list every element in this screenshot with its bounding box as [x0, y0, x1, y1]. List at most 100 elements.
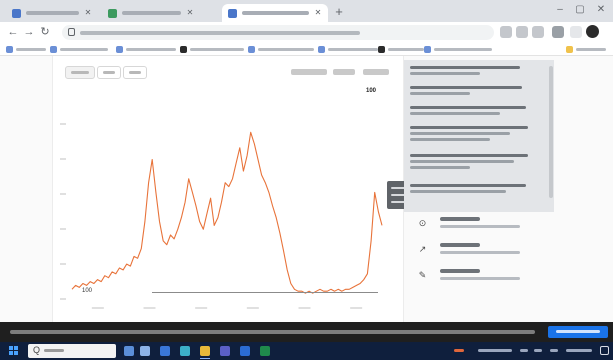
battery-icon[interactable]: [550, 349, 558, 352]
store-icon[interactable]: [140, 346, 150, 356]
forward-icon[interactable]: →: [22, 25, 36, 39]
bookmark-icon: ✎: [418, 270, 427, 280]
folder-icon: [566, 45, 573, 53]
profile-avatar[interactable]: [586, 25, 599, 38]
address-bar[interactable]: [62, 25, 494, 40]
y-tick: [60, 298, 66, 300]
close-window-icon[interactable]: ✕: [593, 3, 609, 17]
chart-option[interactable]: [333, 69, 355, 75]
bookmark-favicon-icon: [116, 45, 123, 53]
x-tick: [246, 307, 259, 309]
x-tick: [350, 307, 363, 309]
word-icon[interactable]: [240, 346, 250, 356]
clock: [566, 349, 592, 352]
bookmark-item[interactable]: [248, 45, 314, 53]
taskbar-search[interactable]: Q: [28, 344, 116, 358]
y-tick: [60, 193, 66, 195]
range-tab[interactable]: [65, 66, 95, 79]
bookmark-favicon-icon: [180, 45, 187, 53]
site-favicon-icon: [228, 8, 237, 18]
taskbar: Q: [0, 342, 613, 360]
y-tick: [60, 263, 66, 265]
y-axis: [60, 123, 66, 300]
footer-value: 100: [82, 288, 93, 294]
file-explorer-icon[interactable]: [124, 346, 134, 356]
panel-item[interactable]: [410, 154, 536, 172]
bookmark-favicon-icon: [50, 45, 57, 53]
panel-scrollbar[interactable]: [549, 66, 553, 198]
reload-icon[interactable]: ↻: [38, 25, 52, 39]
link-icon: ↗: [418, 244, 427, 254]
range-tab[interactable]: [97, 66, 121, 79]
mail-icon[interactable]: [160, 346, 170, 356]
bookmark-item[interactable]: [50, 45, 108, 53]
list-item[interactable]: ✎: [412, 266, 547, 288]
panel-item[interactable]: [410, 66, 536, 78]
tray-status: [478, 349, 512, 352]
search-icon: Q: [33, 345, 41, 355]
browser-toolbar: ← → ↻: [0, 22, 613, 42]
bookmark-favicon-icon: [248, 45, 255, 53]
y-tick: [60, 228, 66, 230]
panel-item[interactable]: [410, 184, 536, 196]
excel-icon[interactable]: [260, 346, 270, 356]
panel-item[interactable]: [410, 106, 536, 118]
close-tab-icon[interactable]: ✕: [314, 9, 322, 17]
extension-icon[interactable]: [516, 26, 528, 38]
bookmark-item[interactable]: [6, 45, 46, 53]
series-chip: 100: [366, 88, 377, 94]
close-tab-icon[interactable]: ✕: [84, 9, 92, 17]
chart-option[interactable]: [363, 69, 389, 75]
x-tick: [91, 307, 104, 309]
bookmarks-bar: [0, 42, 613, 56]
tab-title: [122, 11, 181, 15]
browser-tab-active[interactable]: ✕: [222, 4, 328, 22]
bookmark-favicon-icon: [6, 45, 13, 53]
bookmark-item[interactable]: [116, 45, 176, 53]
back-icon[interactable]: ←: [6, 25, 20, 39]
volume-icon[interactable]: [534, 349, 542, 352]
minimize-icon[interactable]: –: [552, 3, 568, 17]
page-content: 100 100 ⊙ ↗ ✎: [0, 56, 613, 322]
bookmark-item[interactable]: [180, 45, 244, 53]
range-tab[interactable]: [123, 66, 147, 79]
maximize-icon[interactable]: ▢: [572, 3, 588, 17]
series-line: [71, 131, 383, 294]
chrome-icon[interactable]: [200, 346, 210, 359]
timeline-scrubber[interactable]: [152, 292, 378, 293]
site-favicon-icon: [12, 8, 21, 18]
accept-cookies-button[interactable]: [548, 326, 608, 338]
cookie-message: [10, 330, 535, 334]
bookmark-favicon-icon: [378, 45, 385, 53]
y-tick: [60, 158, 66, 160]
sidebar-icon[interactable]: [570, 26, 582, 38]
site-favicon-icon: [108, 8, 117, 18]
tray-icon[interactable]: [454, 349, 464, 352]
bookmark-item[interactable]: [424, 45, 492, 53]
notification-icon[interactable]: [600, 346, 609, 355]
browser-tab[interactable]: ✕: [102, 4, 200, 22]
extension-icon[interactable]: [532, 26, 544, 38]
x-tick: [143, 307, 156, 309]
browser-tab[interactable]: ✕: [6, 4, 98, 22]
network-icon[interactable]: [520, 349, 528, 352]
tab-title: [242, 11, 309, 15]
teams-icon[interactable]: [220, 346, 230, 356]
new-tab-icon[interactable]: +: [332, 5, 346, 19]
list-item[interactable]: ↗: [412, 240, 547, 262]
edge-icon[interactable]: [180, 346, 190, 356]
pin-icon: ⊙: [418, 218, 427, 228]
bookmark-item[interactable]: [318, 45, 378, 53]
other-bookmarks[interactable]: [566, 45, 606, 53]
bookmark-item[interactable]: [378, 45, 424, 53]
puzzle-icon[interactable]: [552, 26, 564, 38]
extension-icon[interactable]: [500, 26, 512, 38]
panel-item[interactable]: [410, 126, 536, 144]
windows-start-icon[interactable]: [9, 346, 19, 356]
chart-option[interactable]: [291, 69, 327, 75]
close-tab-icon[interactable]: ✕: [186, 9, 194, 17]
cookie-banner: [0, 322, 613, 342]
url-text: [80, 31, 360, 35]
panel-item[interactable]: [410, 86, 536, 98]
list-item[interactable]: ⊙: [412, 214, 547, 236]
